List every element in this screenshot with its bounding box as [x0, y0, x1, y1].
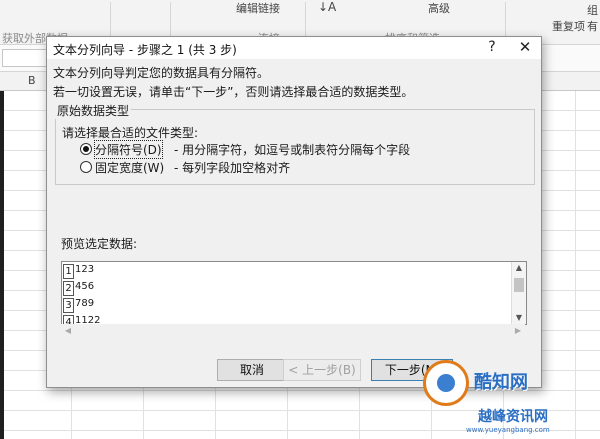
preview-pane[interactable]: 1 123 2 456 3 789 4 1122 ▲ ▼ [61, 261, 527, 325]
watermark-url: www.yueyangbang.com [466, 426, 550, 434]
preview-label: 预览选定数据: [61, 237, 138, 251]
group-title: 原始数据类型 [55, 102, 132, 119]
watermark-site-name: 越峰资讯网 [478, 409, 548, 425]
preview-row: 3 789 [62, 296, 512, 313]
help-button[interactable]: ? [483, 38, 501, 56]
option-delimited-desc: - 用分隔字符，如逗号或制表符分隔每个字段 [174, 143, 411, 157]
radio-fixed-width[interactable] [80, 161, 92, 173]
scroll-left-icon[interactable]: ◀ [61, 324, 75, 338]
edit-links-button[interactable]: 编辑链接 [236, 0, 280, 16]
preview-row: 2 456 [62, 279, 512, 296]
ribbon-separator [170, 2, 171, 40]
close-button[interactable]: ✕ [515, 38, 535, 56]
preview-horizontal-scrollbar[interactable]: ◀ ▶ [61, 324, 525, 338]
preview-row-number: 3 [63, 298, 74, 313]
watermark-logo-icon [423, 360, 469, 406]
preview-row-number: 1 [63, 264, 74, 279]
selected-column-a [0, 91, 4, 439]
back-button[interactable]: < 上一步(B) [283, 359, 361, 381]
preview-row-number: 2 [63, 281, 74, 296]
watermark-text: 酷知网 [474, 372, 528, 393]
scroll-thumb[interactable] [514, 278, 524, 292]
column-header-b[interactable]: B [28, 74, 36, 87]
intro-text-1: 文本分列向导判定您的数据具有分隔符。 [53, 66, 270, 80]
preview-row-value: 789 [75, 298, 95, 309]
name-box[interactable] [2, 49, 48, 67]
ribbon-edge-label: 有 [587, 20, 598, 33]
preview-row-value: 456 [75, 281, 95, 292]
scroll-right-icon[interactable]: ▶ [511, 324, 525, 338]
dialog-title: 文本分列向导 - 步骤之 1 (共 3 步) [53, 43, 237, 57]
preview-vertical-scrollbar[interactable]: ▲ ▼ [511, 262, 526, 324]
ribbon-edge-label: 组 [587, 4, 598, 17]
ribbon-separator [110, 2, 111, 40]
preview-row-value: 123 [75, 264, 95, 275]
dialog-titlebar[interactable]: 文本分列向导 - 步骤之 1 (共 3 步) ? ✕ [47, 37, 541, 59]
intro-text-2: 若一切设置无误，请单击“下一步”，否则请选择最合适的数据类型。 [53, 85, 414, 99]
advanced-filter-button[interactable]: 高级 [428, 0, 450, 16]
option-delimited-label[interactable]: 分隔符号(D) [94, 140, 163, 159]
preview-row: 1 123 [62, 262, 512, 279]
original-data-type-group: 原始数据类型 请选择最合适的文件类型: 分隔符号(D) - 用分隔字符，如逗号或… [55, 102, 535, 185]
choose-file-type-label: 请选择最合适的文件类型: [62, 126, 199, 140]
scroll-up-icon[interactable]: ▲ [512, 262, 526, 274]
ribbon-separator [305, 2, 306, 40]
ribbon-separator [505, 2, 506, 40]
remove-duplicates-button[interactable]: 重复项 [552, 18, 585, 34]
option-fixed-width-label[interactable]: 固定宽度(W) [95, 159, 164, 176]
cancel-button[interactable]: 取消 [217, 359, 287, 381]
text-to-columns-dialog: 文本分列向导 - 步骤之 1 (共 3 步) ? ✕ 文本分列向导判定您的数据具… [46, 36, 542, 388]
sort-az-icon[interactable]: ↓A [318, 0, 336, 14]
radio-delimited[interactable] [80, 143, 92, 155]
scroll-down-icon[interactable]: ▼ [512, 312, 526, 324]
option-fixed-width-desc: - 每列字段加空格对齐 [174, 161, 291, 175]
